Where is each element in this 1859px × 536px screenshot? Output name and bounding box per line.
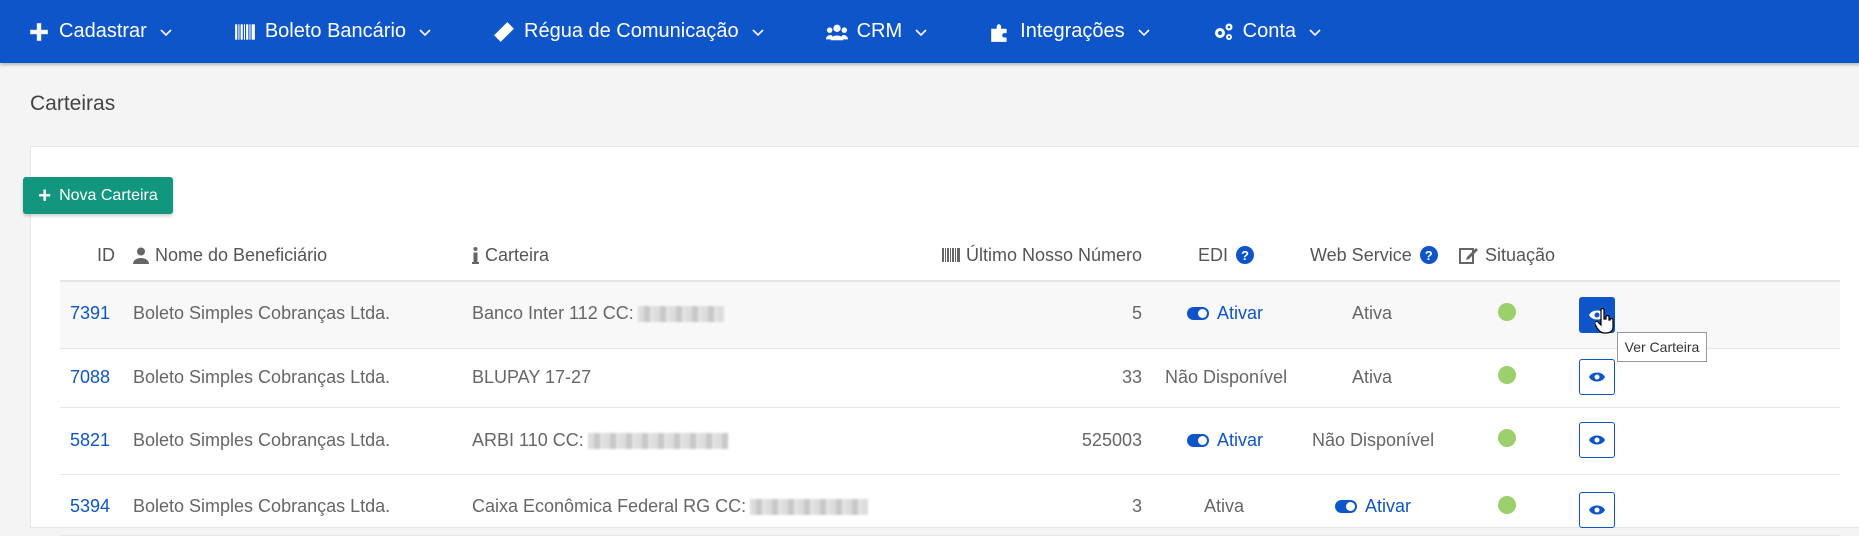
status-dot (1498, 303, 1516, 321)
chevron-down-icon (1309, 26, 1321, 38)
row-ultimo: 3 (1131, 496, 1142, 516)
ws-ativar-link[interactable]: Ativar (1335, 496, 1411, 517)
row-ws-status: Ativa (1352, 367, 1393, 387)
header-edi-label: EDI (1198, 244, 1229, 265)
nav-crm[interactable]: CRM (825, 20, 928, 43)
status-dot (1498, 366, 1516, 384)
edi-ativar-link[interactable]: Ativar (1187, 303, 1263, 324)
barcode-icon (942, 248, 960, 262)
header-carteira-label: Carteira (485, 244, 550, 265)
row-beneficiario: Boleto Simples Cobranças Ltda. (133, 430, 391, 450)
chevron-down-icon (1138, 26, 1150, 38)
view-carteira-button[interactable] (1579, 359, 1615, 395)
nav-label: Cadastrar (59, 20, 147, 42)
row-carteira-text: Banco Inter 112 CC: (472, 303, 634, 323)
nav-label: Conta (1242, 20, 1297, 42)
new-carteira-label: Nova Carteira (59, 186, 158, 204)
ruler-icon (493, 21, 515, 43)
row-edi-status: Ativa (1204, 496, 1245, 516)
header-ultimo-label: Último Nosso Número (966, 244, 1143, 265)
view-carteira-button[interactable] (1579, 422, 1615, 458)
tooltip: Ver Carteira (1617, 332, 1707, 362)
ws-ativar-label: Ativar (1365, 496, 1412, 516)
plus-icon (28, 21, 50, 43)
question-icon[interactable]: ? (1419, 246, 1438, 264)
eye-icon (1589, 435, 1605, 445)
question-icon[interactable]: ? (1236, 246, 1255, 264)
row-id-link[interactable]: 5821 (70, 430, 110, 451)
nav-label: Integrações (1020, 20, 1125, 42)
row-edi-status: Não Disponível (1165, 367, 1288, 387)
row-id-link[interactable]: 7391 (70, 303, 110, 324)
chevron-down-icon (419, 26, 431, 38)
top-navbar: Cadastrar Boleto Bancário Régua de Comun… (0, 0, 1859, 63)
header-beneficiario-label: Nome do Beneficiário (155, 244, 328, 265)
nav-label: Boleto Bancário (264, 20, 407, 42)
nav-cadastrar[interactable]: Cadastrar (28, 20, 172, 43)
puzzle-icon (989, 21, 1011, 43)
row-id-link[interactable]: 5394 (70, 496, 110, 517)
header-situacao-label: Situação (1485, 244, 1556, 265)
row-ws-status: Não Disponível (1312, 430, 1435, 450)
nav-label: CRM (856, 20, 903, 42)
header-beneficiario[interactable]: Nome do Beneficiário (133, 243, 327, 267)
header-ws-label: Web Service (1310, 244, 1412, 265)
header-ultimo-nosso-numero[interactable]: Último Nosso Número (942, 243, 1142, 267)
row-beneficiario: Boleto Simples Cobranças Ltda. (133, 367, 391, 387)
chevron-down-icon (752, 26, 764, 38)
edi-ativar-label: Ativar (1217, 430, 1264, 450)
page-title: Carteiras (30, 92, 116, 115)
header-edi[interactable]: EDI ? (1198, 243, 1255, 267)
nav-integracoes[interactable]: Integrações (989, 20, 1150, 43)
info-icon (472, 246, 479, 264)
row-carteira: Banco Inter 112 CC: (472, 303, 724, 324)
row-id-link[interactable]: 7088 (70, 367, 110, 388)
row-carteira: Caixa Econômica Federal RG CC: (472, 496, 869, 517)
edi-ativar-label: Ativar (1217, 303, 1264, 323)
toggle-icon (1187, 307, 1209, 320)
status-dot (1498, 429, 1516, 447)
nav-boleto-bancario[interactable]: Boleto Bancário (234, 20, 431, 43)
nav-label: Régua de Comunicação (524, 20, 739, 42)
nav-regua-comunicacao[interactable]: Régua de Comunicação (493, 20, 764, 43)
row-ws-status: Ativa (1352, 303, 1393, 323)
row-carteira: BLUPAY 17-27 (472, 367, 592, 387)
header-web-service[interactable]: Web Service ? (1310, 243, 1438, 267)
row-beneficiario: Boleto Simples Cobranças Ltda. (133, 496, 391, 516)
gears-icon (1212, 21, 1234, 43)
status-dot (1498, 496, 1516, 514)
redacted-account (637, 306, 724, 323)
user-icon (133, 247, 149, 264)
row-carteira: ARBI 110 CC: (472, 430, 728, 451)
redacted-account (750, 499, 869, 516)
barcode-icon (234, 21, 256, 43)
toggle-icon (1335, 500, 1357, 513)
row-ultimo: 525003 (1081, 430, 1142, 450)
edit-icon (1459, 246, 1479, 264)
row-ultimo: 5 (1131, 303, 1142, 323)
new-carteira-button[interactable]: + Nova Carteira (23, 177, 173, 214)
users-icon (825, 21, 848, 43)
header-id: ID (97, 244, 115, 265)
nav-conta[interactable]: Conta (1212, 20, 1321, 43)
row-carteira-text: Caixa Econômica Federal RG CC: (472, 496, 747, 516)
row-beneficiario: Boleto Simples Cobranças Ltda. (133, 303, 391, 323)
eye-icon (1589, 372, 1605, 382)
toggle-icon (1187, 434, 1209, 447)
plus-icon: + (38, 182, 52, 208)
view-carteira-button[interactable] (1579, 492, 1615, 528)
redacted-account (587, 433, 728, 450)
edi-ativar-link[interactable]: Ativar (1187, 430, 1263, 451)
chevron-down-icon (915, 26, 927, 38)
row-ultimo: 33 (1121, 367, 1142, 387)
row-carteira-text: ARBI 110 CC: (472, 430, 584, 450)
hand-cursor-icon (1594, 307, 1615, 339)
eye-icon (1589, 505, 1605, 515)
header-situacao[interactable]: Situação (1459, 243, 1555, 267)
chevron-down-icon (160, 26, 172, 38)
header-carteira[interactable]: Carteira (472, 243, 549, 267)
